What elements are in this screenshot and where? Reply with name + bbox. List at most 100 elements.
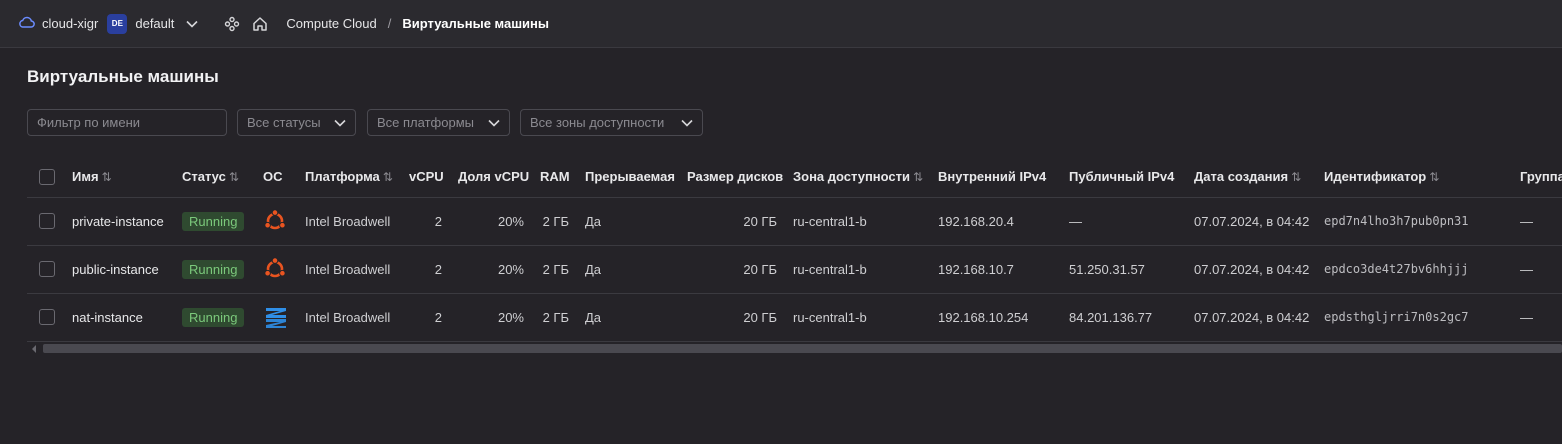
column-header-vcpu: vCPU <box>401 156 450 198</box>
chevron-down-icon <box>334 119 346 127</box>
cell-group: — <box>1512 245 1562 294</box>
cloud-icon <box>18 16 35 31</box>
column-header-platform[interactable]: Платформа ⇅ <box>297 156 401 198</box>
cell-group: — <box>1512 197 1562 246</box>
folder-name[interactable]: default <box>135 16 174 31</box>
column-header-name[interactable]: Имя ⇅ <box>64 156 174 198</box>
services-icon[interactable] <box>224 16 240 32</box>
scroll-left-arrow-icon[interactable] <box>31 343 37 354</box>
vm-table-body: private-instance Running Intel Broadwell 2 2… <box>27 197 1562 342</box>
column-header-id[interactable]: Идентификатор ⇅ <box>1316 156 1512 198</box>
cell-platform: Intel Broadwell <box>297 245 401 294</box>
cell-zone: ru-central1-b <box>785 293 930 342</box>
nat-instance-logo-icon <box>263 305 289 329</box>
cell-id: epdco3de4t27bv6hhjjj <box>1316 245 1512 294</box>
sort-icon[interactable]: ⇅ <box>1429 170 1439 184</box>
column-header-created[interactable]: Дата создания ⇅ <box>1186 156 1316 198</box>
cell-disk: 20 ГБ <box>679 293 785 342</box>
home-icon[interactable] <box>252 16 268 32</box>
top-bar: cloud-xigr DE default Compute Cloud / Ви… <box>0 0 1562 48</box>
breadcrumb-compute-cloud[interactable]: Compute Cloud <box>286 16 376 31</box>
cell-preemptible: Да <box>577 245 679 294</box>
cloud-selector[interactable]: cloud-xigr <box>18 16 98 31</box>
row-select-cell <box>27 293 64 342</box>
ubuntu-logo-icon <box>263 209 287 233</box>
column-header-status[interactable]: Статус ⇅ <box>174 156 255 198</box>
column-header-zone[interactable]: Зона доступности ⇅ <box>785 156 930 198</box>
column-header-preemptible: Прерываемая <box>577 156 679 198</box>
cell-zone: ru-central1-b <box>785 197 930 246</box>
cell-name[interactable]: private-instance <box>64 197 174 246</box>
chevron-down-icon[interactable] <box>186 20 198 28</box>
cell-created: 07.07.2024, в 04:42 <box>1186 197 1316 246</box>
column-header-ram: RAM <box>532 156 577 198</box>
cloud-name: cloud-xigr <box>42 16 99 31</box>
vm-table-container: Имя ⇅ Статус ⇅ ОС Платформа ⇅ vCPU Доля vCP… <box>27 156 1562 346</box>
breadcrumb-separator: / <box>387 16 392 31</box>
cell-disk: 20 ГБ <box>679 245 785 294</box>
cell-ip-internal: 192.168.10.7 <box>930 245 1061 294</box>
name-filter-input[interactable] <box>27 109 227 136</box>
platform-filter-value: Все платформы <box>377 115 474 130</box>
row-checkbox[interactable] <box>39 261 55 278</box>
cell-created: 07.07.2024, в 04:42 <box>1186 245 1316 294</box>
chevron-down-icon <box>681 119 693 127</box>
platform-filter-select[interactable]: Все платформы <box>367 109 510 136</box>
cell-group: — <box>1512 293 1562 342</box>
column-header-ip-public: Публичный IPv4 <box>1061 156 1186 198</box>
zone-filter-select[interactable]: Все зоны доступности <box>520 109 703 136</box>
row-select-cell <box>27 197 64 246</box>
cell-vcpu: 2 <box>401 197 450 246</box>
cell-vcpu-share: 20% <box>450 293 532 342</box>
cell-platform: Intel Broadwell <box>297 293 401 342</box>
table-header-row: Имя ⇅ Статус ⇅ ОС Платформа ⇅ vCPU Доля vCP… <box>27 156 1562 198</box>
sort-icon[interactable]: ⇅ <box>229 170 239 184</box>
cell-zone: ru-central1-b <box>785 245 930 294</box>
status-badge: Running <box>182 259 245 279</box>
cell-id: epd7n4lho3h7pub0pn31 <box>1316 197 1512 246</box>
cell-status: Running <box>174 293 255 342</box>
cell-vcpu-share: 20% <box>450 197 532 246</box>
cell-vcpu-share: 20% <box>450 245 532 294</box>
select-all-cell <box>27 156 64 198</box>
cell-ip-public: 51.250.31.57 <box>1061 245 1186 294</box>
cell-created: 07.07.2024, в 04:42 <box>1186 293 1316 342</box>
select-all-checkbox[interactable] <box>39 168 55 185</box>
column-header-vcpu-share: Доля vCPU <box>450 156 532 198</box>
column-header-ip-internal: Внутренний IPv4 <box>930 156 1061 198</box>
cell-name[interactable]: nat-instance <box>64 293 174 342</box>
cell-ip-public: — <box>1061 197 1186 246</box>
cell-name[interactable]: public-instance <box>64 245 174 294</box>
cell-vcpu: 2 <box>401 293 450 342</box>
ubuntu-logo-icon <box>263 257 287 281</box>
column-header-os: ОС <box>255 156 297 198</box>
row-select-cell <box>27 245 64 294</box>
sort-icon[interactable]: ⇅ <box>913 170 923 184</box>
sort-icon[interactable]: ⇅ <box>383 170 393 184</box>
status-badge: Running <box>182 307 245 327</box>
column-header-disk: Размер дисков <box>679 156 785 198</box>
status-filter-select[interactable]: Все статусы <box>237 109 356 136</box>
cell-ip-public: 84.201.136.77 <box>1061 293 1186 342</box>
breadcrumb-current-page: Виртуальные машины <box>402 16 549 31</box>
table-row[interactable]: public-instance Running Intel Broadwell 2 20… <box>27 245 1562 294</box>
column-header-group: Группа <box>1512 156 1562 198</box>
cell-os <box>255 293 297 342</box>
sort-icon[interactable]: ⇅ <box>102 170 112 184</box>
cell-os <box>255 197 297 246</box>
status-filter-value: Все статусы <box>247 115 321 130</box>
vm-table: Имя ⇅ Статус ⇅ ОС Платформа ⇅ vCPU Доля vCP… <box>27 156 1562 342</box>
cell-ram: 2 ГБ <box>532 293 577 342</box>
table-row[interactable]: private-instance Running Intel Broadwell 2 2… <box>27 197 1562 246</box>
cell-status: Running <box>174 245 255 294</box>
scrollbar-thumb[interactable] <box>43 344 1562 353</box>
cell-os <box>255 245 297 294</box>
cell-ram: 2 ГБ <box>532 197 577 246</box>
sort-icon[interactable]: ⇅ <box>1291 170 1301 184</box>
row-checkbox[interactable] <box>39 309 55 326</box>
cell-id: epdsthgljrri7n0s2gc7 <box>1316 293 1512 342</box>
cell-platform: Intel Broadwell <box>297 197 401 246</box>
table-row[interactable]: nat-instance Running Intel Broadwell 2 20% 2 … <box>27 293 1562 342</box>
horizontal-scrollbar[interactable] <box>31 343 1562 354</box>
row-checkbox[interactable] <box>39 213 55 230</box>
